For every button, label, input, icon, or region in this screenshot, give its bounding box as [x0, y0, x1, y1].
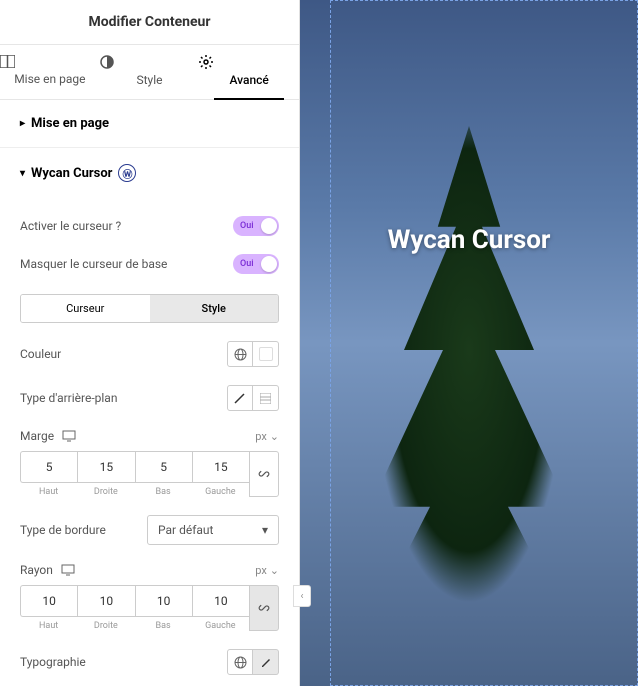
color-label: Couleur	[20, 347, 61, 361]
hide-base-cursor-toggle[interactable]: Oui	[233, 254, 279, 274]
section-title: Mise en page	[31, 116, 109, 131]
contrast-icon	[100, 55, 200, 69]
margin-left-input[interactable]	[192, 451, 249, 483]
layout-icon	[0, 55, 100, 68]
margin-top-input[interactable]	[20, 451, 77, 483]
toggle-state: Oui	[233, 221, 254, 231]
radius-right-input[interactable]	[77, 585, 134, 617]
wycan-badge-icon: Ⓦ	[118, 164, 136, 182]
panel-tabs: Mise en page Style Avancé	[0, 45, 299, 100]
chevron-right-icon: ▸	[20, 118, 25, 129]
settings-panel: Modifier Conteneur Mise en page Style Av…	[0, 0, 300, 686]
enable-cursor-label: Activer le curseur ?	[20, 219, 121, 233]
link-icon[interactable]	[249, 585, 279, 631]
radius-top-input[interactable]	[20, 585, 77, 617]
link-icon[interactable]	[249, 451, 279, 497]
section-layout-header[interactable]: ▸ Mise en page	[0, 100, 299, 148]
gear-icon	[199, 55, 299, 69]
panel-collapse-handle[interactable]: ‹	[293, 585, 311, 607]
enable-cursor-toggle[interactable]: Oui	[233, 216, 279, 236]
tab-label: Style	[137, 73, 163, 87]
toggle-knob	[261, 218, 277, 234]
chevron-down-icon: ▾	[262, 523, 268, 537]
margin-right-input[interactable]	[77, 451, 134, 483]
desktop-icon[interactable]	[62, 430, 76, 442]
toggle-knob	[261, 256, 277, 272]
section-cursor-header[interactable]: ▾ Wycan Cursor Ⓦ	[0, 148, 299, 198]
gradient-icon[interactable]	[253, 385, 279, 411]
chevron-down-icon: ▾	[20, 168, 25, 179]
globe-icon[interactable]	[227, 341, 253, 367]
radius-label: Rayon	[20, 563, 53, 577]
bg-type-label: Type d'arrière-plan	[20, 391, 117, 405]
tree-image	[339, 126, 599, 686]
desktop-icon[interactable]	[61, 564, 75, 576]
hide-base-cursor-label: Masquer le curseur de base	[20, 257, 167, 271]
chevron-down-icon: ⌄	[270, 564, 279, 577]
tab-layout[interactable]: Mise en page	[0, 45, 100, 99]
chevron-down-icon: ⌄	[270, 430, 279, 443]
margin-bottom-input[interactable]	[135, 451, 192, 483]
brush-icon[interactable]	[227, 385, 253, 411]
tab-label: Avancé	[229, 73, 268, 87]
margin-label: Marge	[20, 429, 54, 443]
section-cursor-body: Activer le curseur ? Oui Masquer le curs…	[0, 198, 299, 695]
panel-title: Modifier Conteneur	[0, 0, 299, 45]
radius-unit-select[interactable]: px⌄	[255, 564, 279, 577]
canvas-preview[interactable]: Wycan Cursor	[300, 0, 638, 686]
margin-inputs: Haut Droite Bas Gauche	[20, 451, 279, 497]
margin-unit-select[interactable]: px⌄	[255, 430, 279, 443]
tab-label: Mise en page	[14, 72, 85, 86]
radius-bottom-input[interactable]	[135, 585, 192, 617]
pencil-icon[interactable]	[253, 649, 279, 675]
globe-icon[interactable]	[227, 649, 253, 675]
section-title: Wycan Cursor	[31, 166, 112, 181]
typography-label: Typographie	[20, 655, 86, 669]
radius-inputs: Haut Droite Bas Gauche	[20, 585, 279, 631]
border-type-label: Type de bordure	[20, 523, 106, 537]
tab-advanced[interactable]: Avancé	[199, 45, 299, 99]
cursor-subtabs: Curseur Style	[20, 294, 279, 323]
chevron-left-icon: ‹	[300, 591, 303, 602]
radius-left-input[interactable]	[192, 585, 249, 617]
subtab-cursor[interactable]: Curseur	[21, 295, 150, 322]
tab-style[interactable]: Style	[100, 45, 200, 99]
color-picker-button[interactable]	[253, 341, 279, 367]
subtab-style[interactable]: Style	[150, 295, 279, 322]
border-type-select[interactable]: Par défaut ▾	[147, 515, 279, 545]
toggle-state: Oui	[233, 259, 254, 269]
preview-heading: Wycan Cursor	[300, 225, 638, 255]
